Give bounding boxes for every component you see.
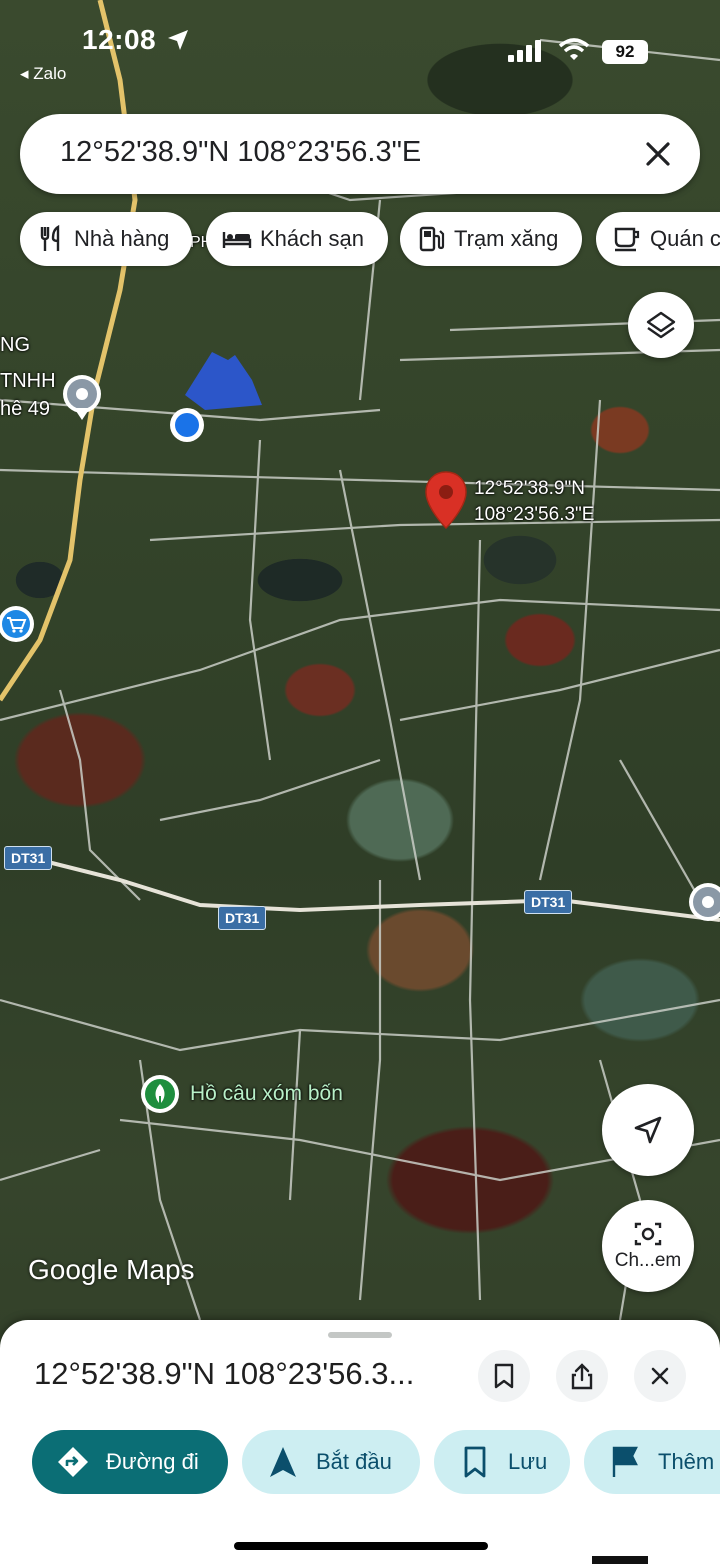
shopping-cart-marker-icon[interactable]: [0, 604, 36, 644]
dropped-pin-icon[interactable]: [424, 470, 468, 532]
status-time: 12:08: [82, 24, 157, 55]
chip-label: Nhà hàng: [74, 226, 170, 251]
chip-label: Quán c: [650, 226, 720, 251]
lens-button-label: Ch...em: [614, 1250, 682, 1271]
map-label-tnhh: TNHH: [0, 370, 56, 392]
pin-longitude: 108°23'56.3"E: [474, 504, 595, 525]
bookmark-icon: [464, 1446, 486, 1478]
recenter-button[interactable]: [602, 1084, 694, 1176]
place-marker-icon[interactable]: [62, 374, 102, 422]
share-button[interactable]: [556, 1350, 608, 1402]
more-button[interactable]: Thêm: [584, 1430, 720, 1494]
close-icon[interactable]: [638, 134, 678, 174]
save-button[interactable]: Lưu: [434, 1430, 570, 1494]
place-marker-icon[interactable]: [688, 882, 720, 926]
navigation-arrow-icon: [634, 1116, 662, 1144]
wifi-icon: [558, 38, 590, 60]
google-maps-watermark: Google Maps: [28, 1254, 195, 1285]
park-marker-icon[interactable]: [140, 1074, 180, 1118]
directions-label: Đường đi: [106, 1449, 199, 1474]
road-badge-dt31: DT31: [524, 890, 573, 914]
map-label-he49: hê 49: [0, 398, 51, 420]
place-title: 12°52'38.9"N 108°23'56.3...: [34, 1356, 415, 1391]
bed-icon: [222, 232, 252, 248]
chip-label: Trạm xăng: [454, 226, 559, 251]
chip-gas-stations[interactable]: Trạm xăng: [400, 212, 582, 266]
search-query-text[interactable]: 12°52'38.9"N 108°23'56.3"E: [60, 136, 421, 169]
fork-knife-icon: [40, 224, 60, 251]
directions-button[interactable]: Đường đi: [32, 1430, 228, 1494]
chip-cafes[interactable]: Quán c: [596, 212, 720, 266]
directions-icon: [58, 1447, 88, 1477]
sheet-drag-handle[interactable]: [328, 1332, 392, 1338]
place-bottom-sheet[interactable]: 12°52'38.9"N 108°23'56.3... Đường đi Bắt…: [0, 1320, 720, 1564]
home-indicator[interactable]: [234, 1542, 488, 1550]
pin-latitude: 12°52'38.9"N: [474, 478, 585, 499]
road-badge-dt31: DT31: [218, 906, 267, 930]
search-bar[interactable]: 12°52'38.9"N 108°23'56.3"E: [20, 114, 700, 194]
flag-icon: [612, 1446, 638, 1477]
lens-button[interactable]: Ch...em: [602, 1200, 694, 1292]
close-icon: [651, 1367, 669, 1385]
gas-pump-icon: [419, 226, 445, 252]
navigation-arrow-icon: [270, 1447, 296, 1477]
current-location-dot-icon: [170, 408, 204, 442]
bookmark-icon: [494, 1363, 514, 1389]
map-label-ng: NG: [0, 334, 30, 356]
corner-bar: [592, 1556, 648, 1564]
back-to-zalo-link[interactable]: ◂ Zalo: [20, 64, 66, 84]
coffee-cup-icon: [614, 227, 640, 252]
save-bookmark-button[interactable]: [478, 1350, 530, 1402]
share-icon: [571, 1363, 593, 1390]
battery-indicator: 92: [602, 40, 648, 64]
start-label: Bắt đầu: [316, 1449, 392, 1474]
pin-coordinates-label: 12°52'38.9"N 108°23'56.3"E: [474, 476, 594, 528]
chip-restaurants[interactable]: Nhà hàng: [20, 212, 192, 266]
chip-label: Khách sạn: [260, 226, 364, 251]
save-label: Lưu: [508, 1449, 548, 1474]
more-label: Thêm: [658, 1449, 715, 1474]
camera-lens-icon: [634, 1222, 662, 1246]
location-arrow-icon: [168, 30, 188, 50]
chip-hotels[interactable]: Khách sạn: [206, 212, 388, 266]
close-sheet-button[interactable]: [634, 1350, 686, 1402]
layers-icon: [646, 311, 676, 339]
road-badge-dt31: DT31: [4, 846, 53, 870]
layers-button[interactable]: [628, 292, 694, 358]
poi-label[interactable]: Hồ câu xóm bốn: [190, 1082, 343, 1106]
cellular-signal-icon: [508, 40, 541, 62]
start-button[interactable]: Bắt đầu: [242, 1430, 420, 1494]
